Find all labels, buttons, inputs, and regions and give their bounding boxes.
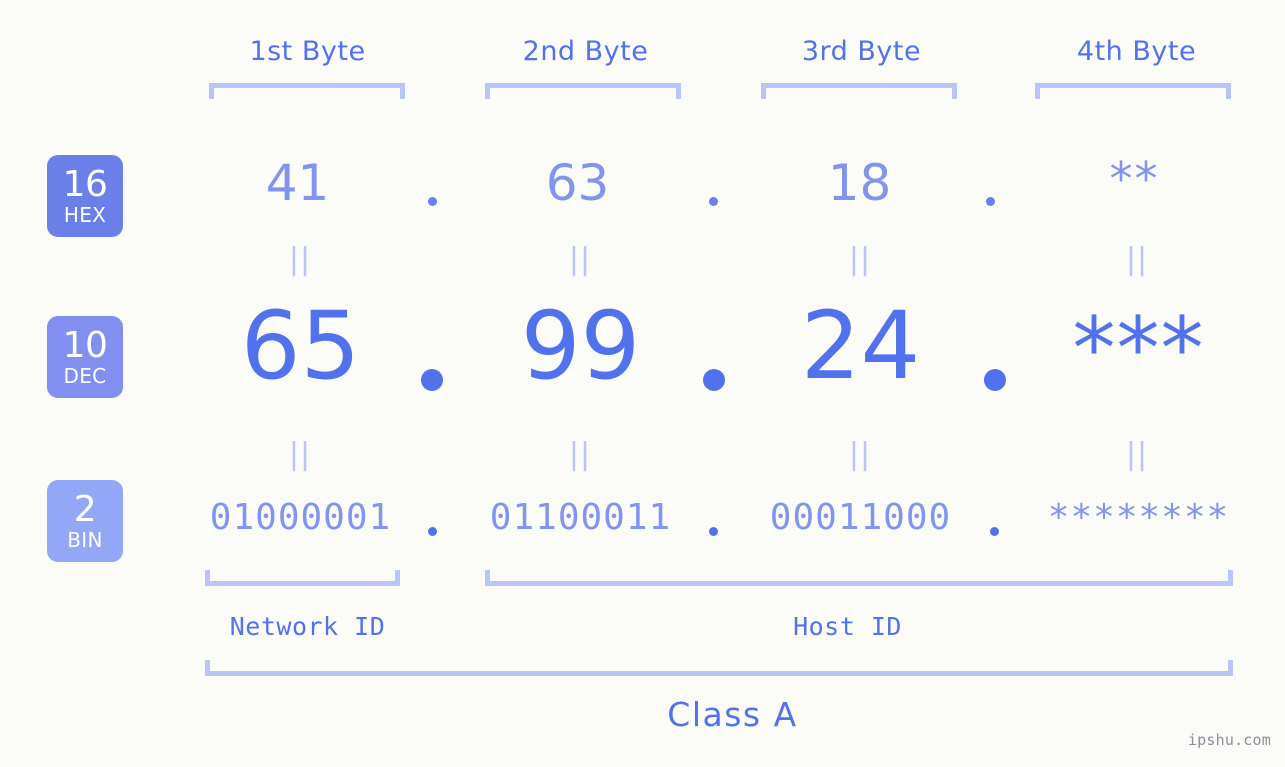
byte-bracket-1 <box>209 83 405 99</box>
hex-dot-separator-2 <box>709 197 718 206</box>
base-badge-dec-number: 10 <box>62 325 108 366</box>
hex-octet-4: ** <box>1109 152 1160 206</box>
network-id-bracket <box>205 570 400 586</box>
dec-octet-1: 65 <box>240 292 361 401</box>
hex-dot-separator-3 <box>986 197 995 206</box>
byte-header-3: 3rd Byte <box>801 36 922 67</box>
byte-bracket-3 <box>761 83 957 99</box>
hex-octet-1: 41 <box>265 154 330 212</box>
equality-mark-dec-bin-3: || <box>848 437 872 472</box>
bin-octet-4: ******** <box>1047 497 1230 538</box>
bin-dot-separator-1 <box>428 527 437 536</box>
dec-dot-separator-2 <box>703 369 725 391</box>
equality-mark-hex-dec-1: || <box>288 242 312 277</box>
equality-mark-hex-dec-2: || <box>568 242 592 277</box>
hex-octet-2: 63 <box>545 154 610 212</box>
equality-mark-dec-bin-2: || <box>568 437 592 472</box>
bin-octet-1: 01000001 <box>209 497 392 538</box>
base-badge-hex-number: 16 <box>62 164 108 205</box>
base-badge-dec: 10 DEC <box>47 316 123 398</box>
base-badge-hex: 16 HEX <box>47 155 123 237</box>
host-id-bracket <box>485 570 1233 586</box>
base-badge-bin-name: BIN <box>67 528 103 552</box>
equality-mark-hex-dec-4: || <box>1125 242 1149 277</box>
dec-octet-4: *** <box>1072 299 1205 399</box>
bin-dot-separator-3 <box>990 527 999 536</box>
byte-header-2: 2nd Byte <box>522 36 649 67</box>
hex-octet-3: 18 <box>827 154 892 212</box>
equality-mark-hex-dec-3: || <box>848 242 872 277</box>
class-label: Class A <box>667 695 798 734</box>
bin-octet-3: 00011000 <box>769 497 952 538</box>
base-badge-dec-name: DEC <box>63 364 107 388</box>
byte-header-4: 4th Byte <box>1076 36 1197 67</box>
equality-mark-dec-bin-1: || <box>288 437 312 472</box>
byte-bracket-4 <box>1035 83 1231 99</box>
dec-octet-2: 99 <box>520 292 641 401</box>
class-bracket <box>205 660 1233 676</box>
ip-address-breakdown-diagram: 1st Byte 2nd Byte 3rd Byte 4th Byte 16 H… <box>0 0 1285 767</box>
dec-octet-3: 24 <box>800 292 921 401</box>
byte-bracket-2 <box>485 83 681 99</box>
base-badge-hex-name: HEX <box>63 203 107 227</box>
base-badge-bin-number: 2 <box>73 489 97 530</box>
bin-dot-separator-2 <box>709 527 718 536</box>
dec-dot-separator-1 <box>421 369 443 391</box>
hex-dot-separator-1 <box>428 197 437 206</box>
base-badge-bin: 2 BIN <box>47 480 123 562</box>
dec-dot-separator-3 <box>984 369 1006 391</box>
bin-octet-2: 01100011 <box>489 497 672 538</box>
watermark: ipshu.com <box>1187 731 1271 749</box>
equality-mark-dec-bin-4: || <box>1125 437 1149 472</box>
host-id-label: Host ID <box>793 612 902 641</box>
byte-header-1: 1st Byte <box>249 36 366 67</box>
network-id-label: Network ID <box>229 612 386 641</box>
